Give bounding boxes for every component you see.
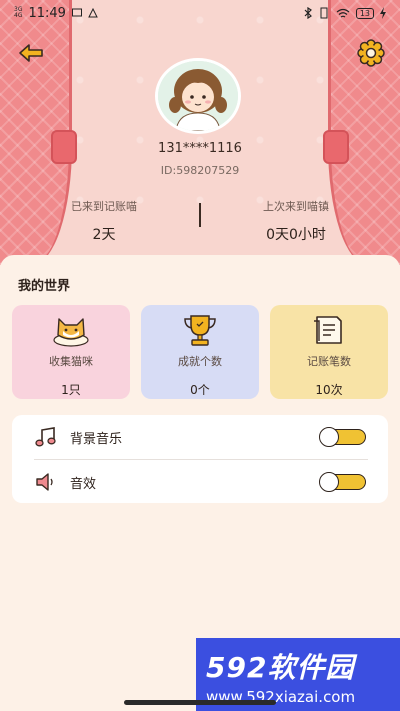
- signal-label-4g: 4G: [14, 12, 23, 19]
- tile-value: 10次: [315, 383, 343, 397]
- user-id: ID:598207529: [160, 164, 240, 177]
- profile-header: 131****1116 ID:598207529 已来到记账喵 2天 上次来到喵…: [0, 0, 400, 265]
- wifi-icon: [336, 8, 350, 17]
- background-music-toggle[interactable]: [319, 427, 366, 447]
- toggle-knob: [319, 472, 339, 492]
- stat-label: 上次来到喵镇: [263, 200, 329, 213]
- section-title: 我的世界: [18, 279, 71, 294]
- stat-divider: [199, 203, 201, 227]
- stat-last-visit: 上次来到喵镇 0天0小时: [226, 198, 366, 244]
- trophy-icon: [184, 315, 216, 346]
- user-phone: 131****1116: [158, 141, 242, 156]
- vibrate-icon: [320, 7, 328, 19]
- back-button[interactable]: [16, 40, 46, 66]
- charging-icon: [380, 7, 386, 19]
- tile-collected-cats[interactable]: 收集猫咪 1只: [12, 305, 130, 399]
- status-bar: 3G 4G 11:49 13: [0, 0, 400, 26]
- girl-avatar-illustration: [158, 61, 238, 131]
- status-time: 11:49: [28, 5, 66, 21]
- gear-icon: [357, 39, 385, 67]
- receipt-icon: [314, 316, 342, 344]
- signal-labels: 3G 4G: [14, 7, 22, 19]
- tile-label: 成就个数: [178, 355, 222, 368]
- music-note-icon: [35, 427, 56, 447]
- tile-label: 记账笔数: [307, 355, 351, 368]
- tile-bookkeeping-records[interactable]: 记账笔数 10次: [270, 305, 388, 399]
- toggle-knob: [319, 427, 339, 447]
- tile-value: 0个: [190, 383, 210, 397]
- stat-label: 已来到记账喵: [71, 200, 137, 213]
- message-icon: [71, 8, 82, 17]
- setting-label: 背景音乐: [70, 431, 123, 447]
- cat-icon: [53, 318, 89, 347]
- home-indicator[interactable]: [124, 700, 276, 705]
- stat-value: 0天0小时: [266, 227, 326, 243]
- setting-label: 音效: [70, 476, 97, 492]
- avatar[interactable]: [155, 58, 241, 134]
- tile-achievements[interactable]: 成就个数 0个: [141, 305, 259, 399]
- setting-sound-effects: 音效: [12, 460, 388, 504]
- battery-icon: 13: [355, 7, 374, 19]
- watermark-brand: 592软件园: [206, 651, 355, 684]
- stat-value: 2天: [92, 227, 116, 243]
- bluetooth-icon: [304, 7, 312, 19]
- sound-settings-card: 背景音乐 音效: [12, 415, 388, 503]
- setting-background-music: 背景音乐: [12, 415, 388, 459]
- sound-effects-toggle[interactable]: [319, 472, 366, 492]
- speaker-icon: [36, 473, 53, 491]
- notification-icon: [88, 8, 98, 18]
- tile-value: 1只: [61, 383, 81, 397]
- stat-days-joined: 已来到记账喵 2天: [34, 198, 174, 244]
- arrow-left-icon: [19, 44, 43, 62]
- settings-button[interactable]: [356, 38, 386, 68]
- tile-label: 收集猫咪: [49, 355, 93, 368]
